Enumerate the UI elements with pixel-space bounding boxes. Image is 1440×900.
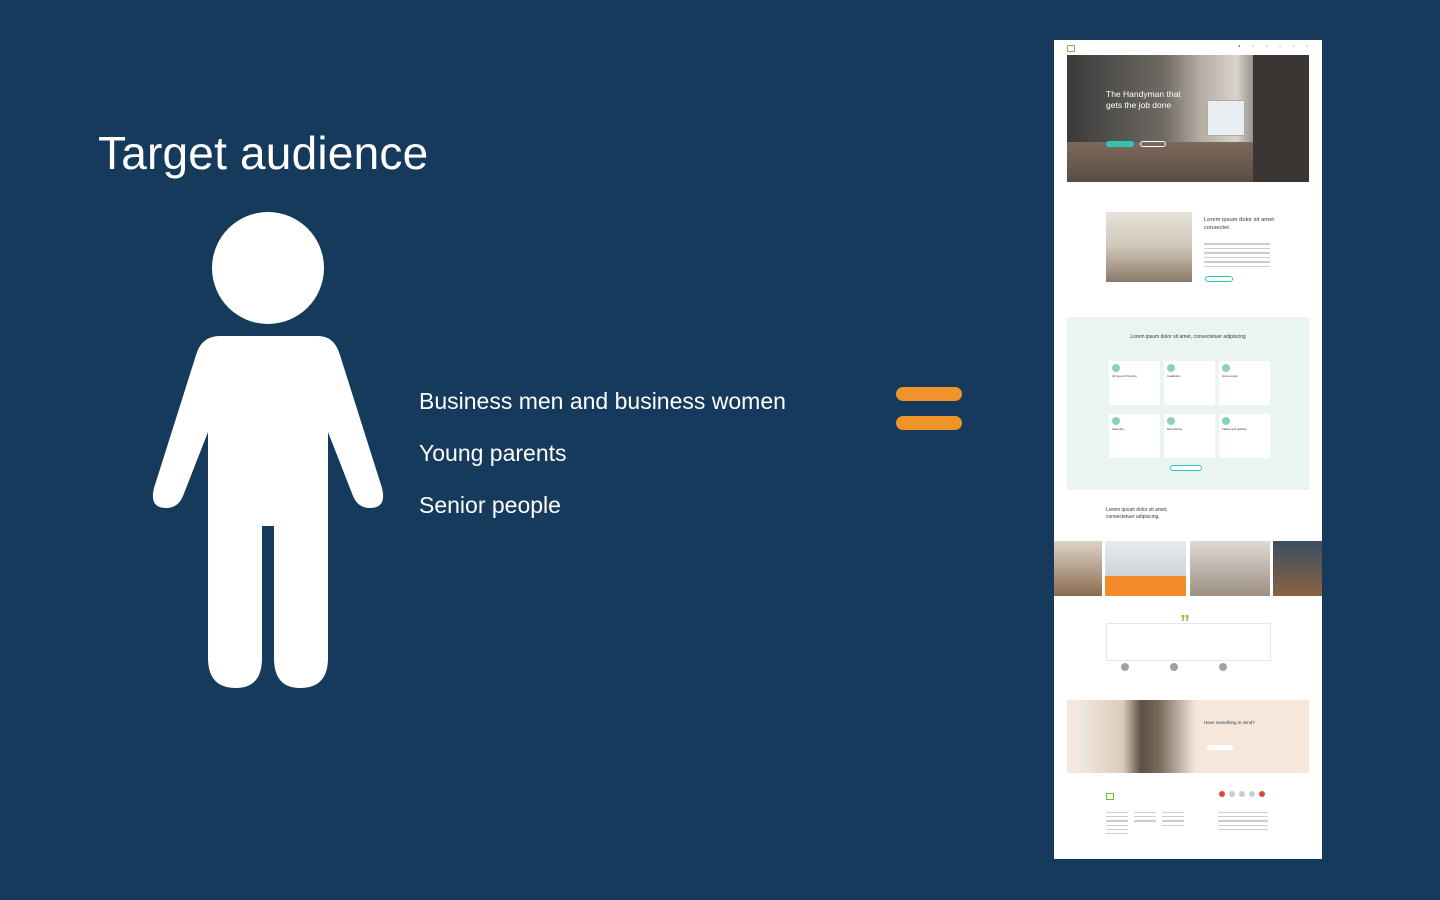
projects-title: Lorem ipsum dolor sit amet, consectetuer… bbox=[1106, 507, 1168, 520]
testimonial-box bbox=[1106, 623, 1271, 661]
preview-nav-dot: ■ bbox=[1306, 45, 1308, 48]
avatar bbox=[1219, 663, 1227, 671]
hero-wall-panel bbox=[1253, 55, 1309, 182]
service-name: Home repair bbox=[1222, 374, 1238, 378]
footer-column bbox=[1162, 812, 1184, 829]
preview-nav-dot: ■ bbox=[1238, 45, 1241, 48]
social-icons bbox=[1219, 791, 1265, 797]
audience-list: Business men and business women Young pa… bbox=[419, 384, 786, 540]
service-name: Assembly bbox=[1112, 427, 1125, 431]
preview-nav: ■ ■ ■ ■ ■ ■ bbox=[1054, 40, 1322, 54]
preview-nav-dot: ■ bbox=[1252, 45, 1254, 48]
service-name: Plaster and painting bbox=[1222, 427, 1247, 431]
equals-icon bbox=[896, 387, 962, 431]
service-card: Home repair bbox=[1219, 361, 1270, 405]
service-icon bbox=[1167, 364, 1175, 372]
service-card: All types of Flooring bbox=[1109, 361, 1160, 405]
service-name: Remodeling bbox=[1167, 427, 1182, 431]
social-icon bbox=[1219, 791, 1225, 797]
project-photo bbox=[1054, 541, 1102, 596]
service-icon bbox=[1112, 417, 1120, 425]
hero-secondary-button bbox=[1140, 141, 1166, 147]
preview-hero: The Handyman that gets the job done bbox=[1067, 55, 1309, 182]
audience-item-parents: Young parents bbox=[419, 440, 567, 466]
social-icon bbox=[1239, 791, 1245, 797]
social-icon bbox=[1249, 791, 1255, 797]
social-icon bbox=[1259, 791, 1265, 797]
service-card: Remodeling bbox=[1164, 414, 1215, 458]
person-icon bbox=[152, 212, 384, 688]
project-photo bbox=[1190, 541, 1270, 596]
footer-column bbox=[1218, 812, 1268, 833]
equals-bar-bottom bbox=[896, 416, 962, 430]
service-card: Plaster and painting bbox=[1219, 414, 1270, 458]
service-card: Installation bbox=[1164, 361, 1215, 405]
service-icon bbox=[1222, 417, 1230, 425]
service-icon bbox=[1112, 364, 1120, 372]
hero-heading: The Handyman that gets the job done bbox=[1106, 89, 1181, 110]
slide-title: Target audience bbox=[98, 127, 429, 179]
service-icon bbox=[1222, 364, 1230, 372]
hero-primary-button bbox=[1106, 141, 1134, 147]
preview-nav-dot: ■ bbox=[1279, 45, 1281, 48]
footer-column bbox=[1106, 812, 1128, 837]
logo-icon bbox=[1067, 45, 1075, 52]
project-overlay bbox=[1105, 576, 1186, 596]
service-icon bbox=[1167, 417, 1175, 425]
about-text-lines bbox=[1204, 243, 1270, 270]
audience-item-seniors: Senior people bbox=[419, 492, 561, 518]
avatar bbox=[1170, 663, 1178, 671]
project-photo bbox=[1273, 541, 1322, 596]
footer-column bbox=[1134, 812, 1156, 825]
service-card: Assembly bbox=[1109, 414, 1160, 458]
service-name: Installation bbox=[1167, 374, 1181, 378]
services-button bbox=[1170, 465, 1202, 471]
preview-nav-dot: ■ bbox=[1265, 45, 1268, 48]
about-title: Lorem ipsum dolor sit amet consectet bbox=[1204, 217, 1274, 231]
preview-nav-dot: ■ bbox=[1292, 45, 1295, 48]
cta-photo bbox=[1075, 700, 1195, 773]
services-section: Lorem ipsum dolor sit amet, consectetuer… bbox=[1067, 317, 1309, 490]
website-preview: ■ ■ ■ ■ ■ ■ The Handyman that gets the j… bbox=[1054, 40, 1322, 859]
social-icon bbox=[1229, 791, 1235, 797]
cta-section: Have something in mind? bbox=[1067, 700, 1309, 773]
cta-button bbox=[1207, 745, 1233, 750]
audience-item-business: Business men and business women bbox=[419, 388, 786, 414]
preview-nav-items: ■ ■ ■ ■ ■ ■ bbox=[1239, 45, 1308, 48]
about-button bbox=[1205, 276, 1233, 282]
cta-title: Have something in mind? bbox=[1204, 720, 1255, 725]
hero-window bbox=[1207, 100, 1245, 136]
about-image bbox=[1106, 204, 1192, 282]
footer-logo-icon bbox=[1106, 793, 1114, 800]
service-name: All types of Flooring bbox=[1112, 374, 1137, 378]
avatar bbox=[1121, 663, 1129, 671]
project-photo-featured bbox=[1105, 541, 1186, 596]
equals-bar-top bbox=[896, 387, 962, 401]
services-title: Lorem ipsum dolor sit amet, consectetuer… bbox=[1130, 334, 1246, 340]
